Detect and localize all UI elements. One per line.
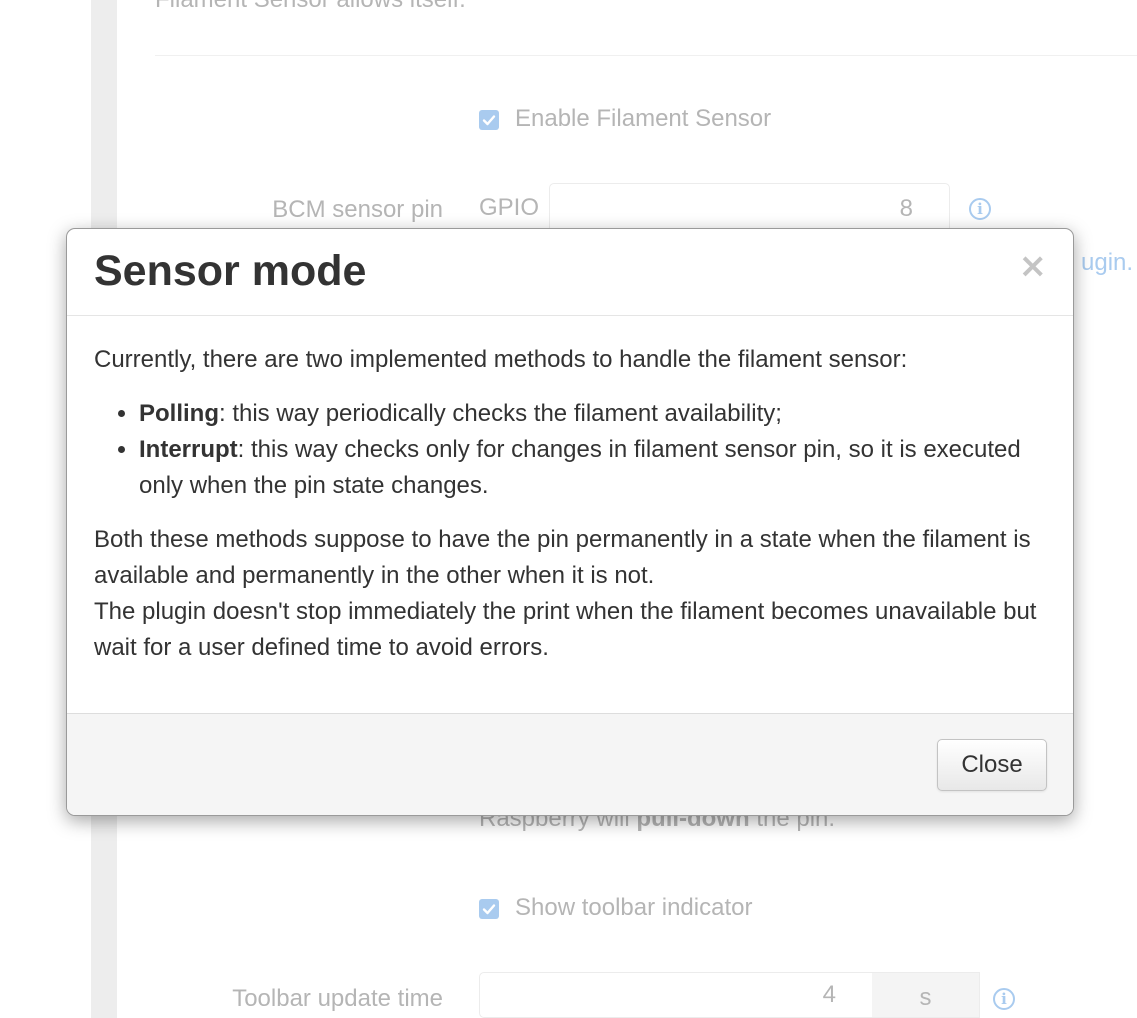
show-toolbar-indicator-checkbox[interactable]	[479, 899, 499, 919]
checkmark-icon	[482, 904, 496, 915]
toolbar-update-time-input[interactable]	[479, 972, 873, 1018]
gpio-prefix: GPIO	[479, 194, 540, 221]
show-toolbar-indicator-label: Show toolbar indicator	[515, 894, 753, 921]
list-item: Interrupt: this way checks only for chan…	[139, 432, 1054, 504]
dialog-intro: Currently, there are two implemented met…	[94, 346, 908, 373]
sensor-mode-dialog: Sensor mode × Currently, there are two i…	[66, 228, 1074, 816]
method-name: Polling	[139, 400, 219, 427]
dialog-paragraph: The plugin doesn't stop immediately the …	[94, 598, 1037, 661]
method-name: Interrupt	[139, 436, 238, 463]
dialog-body: Currently, there are two implemented met…	[94, 342, 1054, 666]
list-item: Polling: this way periodically checks th…	[139, 396, 1054, 432]
plugin-link[interactable]: ugin.	[1081, 249, 1133, 277]
intro-text: Filament Sensor allows itself.	[155, 0, 466, 14]
enable-filament-sensor-label: Enable Filament Sensor	[515, 105, 772, 132]
close-icon[interactable]: ×	[1019, 249, 1048, 283]
seconds-unit-addon: s	[872, 972, 980, 1018]
toolbar-update-time-label: Toolbar update time	[232, 985, 443, 1012]
dialog-title: Sensor mode	[94, 247, 367, 295]
bcm-sensor-pin-label: BCM sensor pin	[272, 196, 443, 223]
info-icon[interactable]: i	[993, 988, 1015, 1010]
dialog-paragraph: Both these methods suppose to have the p…	[94, 526, 1031, 589]
method-description: : this way checks only for changes in fi…	[139, 436, 1021, 499]
dialog-footer: Close	[67, 713, 1073, 815]
close-button[interactable]: Close	[937, 739, 1047, 791]
settings-page: Filament Sensor allows itself. Enable Fi…	[0, 0, 1137, 1018]
dialog-header: Sensor mode ×	[67, 229, 1073, 316]
enable-filament-sensor-checkbox[interactable]	[479, 110, 499, 130]
section-divider	[155, 55, 1137, 56]
method-description: : this way periodically checks the filam…	[219, 400, 782, 427]
info-icon[interactable]: i	[969, 198, 991, 220]
checkmark-icon	[482, 115, 496, 126]
methods-list: Polling: this way periodically checks th…	[94, 396, 1054, 504]
